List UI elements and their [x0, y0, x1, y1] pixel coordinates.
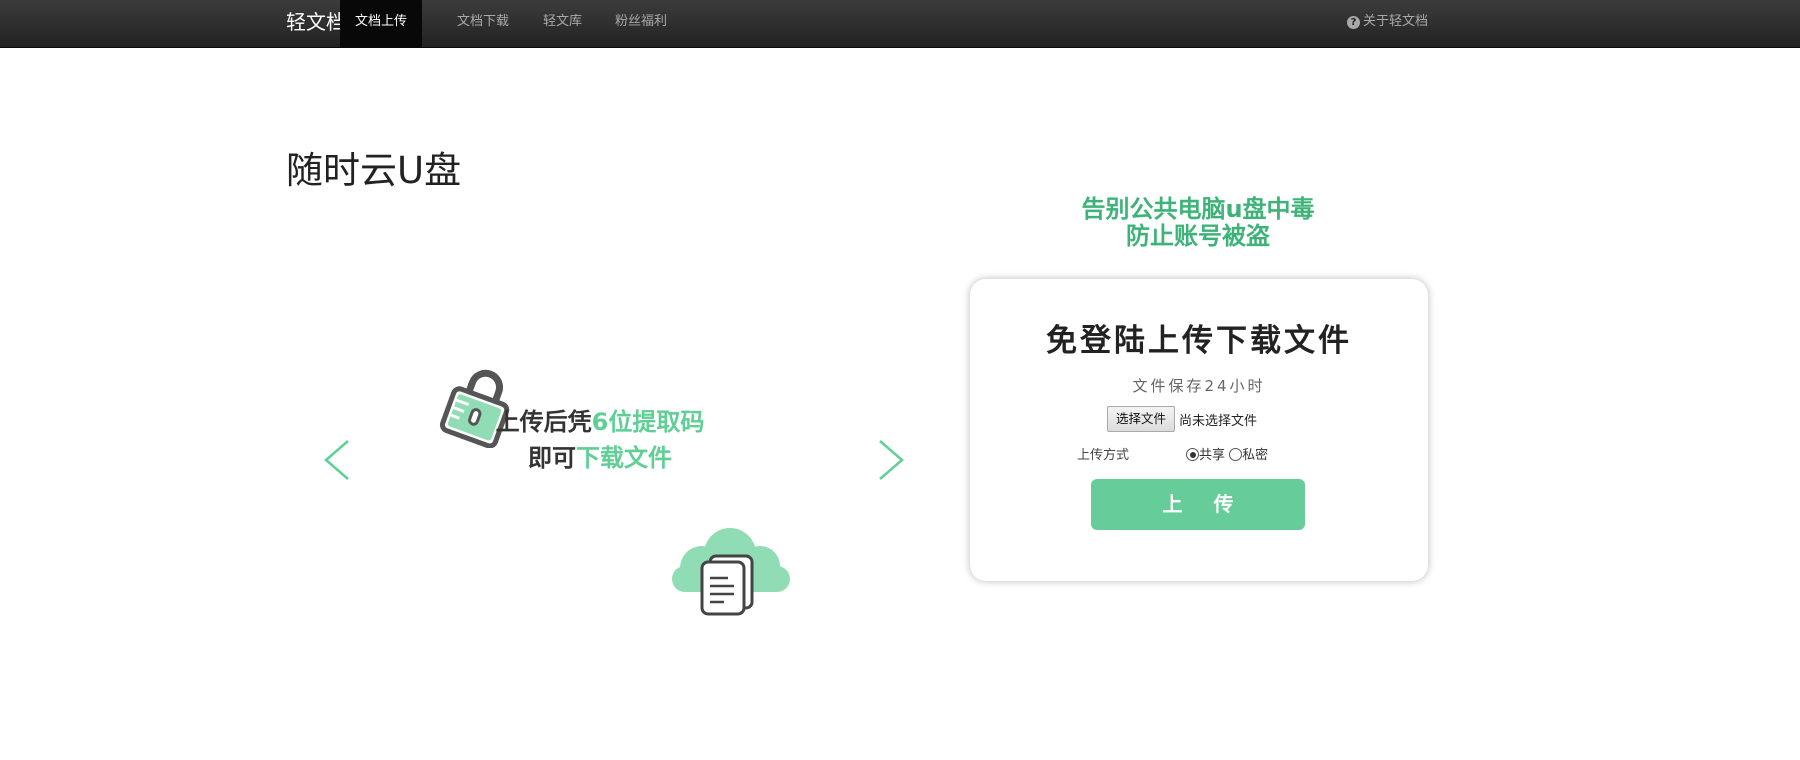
- upload-card: 免登陆上传下载文件 文件保存24小时 选择文件 尚未选择文件 上传方式 共享 私密…: [970, 279, 1428, 581]
- caption-line-1-green: 6位提取码: [591, 408, 705, 436]
- caption-line-2-dark: 即可: [528, 444, 576, 472]
- nav-item-library[interactable]: 轻文库: [528, 0, 597, 47]
- caption-line-2-green: 下载文件: [576, 444, 672, 472]
- file-status: 尚未选择文件: [1179, 413, 1258, 429]
- upload-mode-radio-group: 共享 私密: [1186, 444, 1268, 463]
- slogan: 告别公共电脑u盘中毒 防止账号被盗: [1000, 196, 1396, 250]
- caption-line-2: 即可下载文件: [450, 440, 750, 476]
- top-navbar: 轻文档 文档上传 文档下载 轻文库 粉丝福利 ? 关于轻文档: [0, 0, 1800, 48]
- radio-share-label[interactable]: 共享: [1199, 448, 1225, 463]
- card-title: 免登陆上传下载文件: [1046, 323, 1352, 359]
- brand-logo[interactable]: 轻文档: [286, 0, 346, 48]
- nav-item-fan-welfare[interactable]: 粉丝福利: [600, 0, 682, 47]
- radio-private[interactable]: [1229, 448, 1243, 461]
- upload-mode-label: 上传方式: [1077, 448, 1130, 463]
- slogan-line-1: 告别公共电脑u盘中毒: [1081, 195, 1315, 223]
- upload-button[interactable]: 上 传: [1091, 479, 1305, 530]
- chevron-right-icon[interactable]: [870, 435, 910, 485]
- nav-item-upload[interactable]: 文档上传: [340, 0, 423, 47]
- page-title: 随时云U盘: [286, 149, 462, 192]
- retention-note: 文件保存24小时: [1132, 377, 1266, 395]
- radio-share[interactable]: [1186, 448, 1199, 461]
- about-label: 关于轻文档: [1362, 14, 1428, 29]
- radio-private-label[interactable]: 私密: [1242, 448, 1268, 463]
- file-input[interactable]: 选择文件 尚未选择文件: [1107, 406, 1257, 432]
- slogan-line-2: 防止账号被盗: [1126, 222, 1270, 250]
- feature-carousel: 上传后凭6位提取码 即可下载文件: [300, 300, 920, 630]
- caption-line-1: 上传后凭6位提取码: [450, 404, 750, 440]
- caption-line-1-dark: 上传后凭: [495, 408, 592, 436]
- cloud-documents-icon: [672, 528, 790, 616]
- carousel-caption: 上传后凭6位提取码 即可下载文件: [450, 404, 750, 476]
- choose-file-button[interactable]: 选择文件: [1107, 406, 1176, 432]
- question-circle-icon: ?: [1346, 16, 1360, 29]
- chevron-left-icon[interactable]: [318, 435, 358, 485]
- nav-item-download[interactable]: 文档下载: [442, 0, 524, 47]
- nav-item-about[interactable]: ? 关于轻文档: [1346, 0, 1428, 47]
